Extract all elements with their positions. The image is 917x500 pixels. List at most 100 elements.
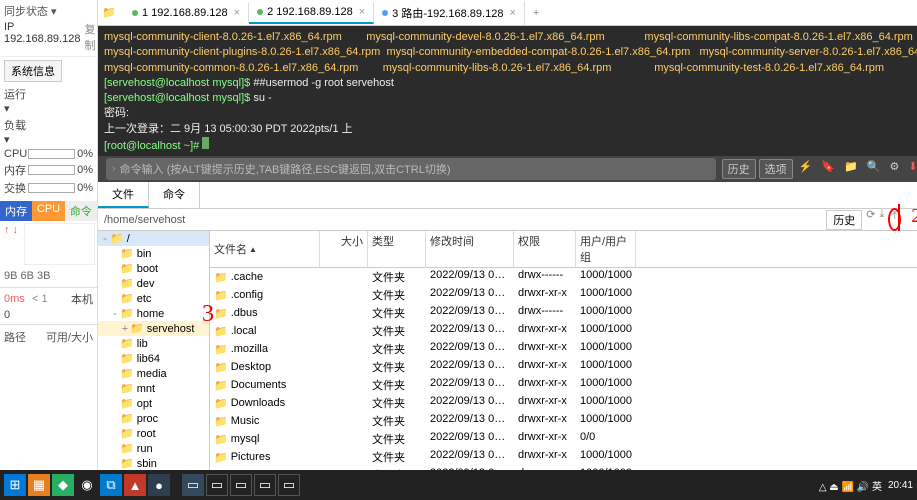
taskbar-app[interactable]: ●	[148, 474, 170, 496]
clock[interactable]: 20:41	[888, 480, 913, 491]
tree-item[interactable]: +📁servehost	[98, 321, 209, 336]
close-icon[interactable]: ×	[234, 7, 240, 19]
close-icon[interactable]: ×	[509, 7, 515, 19]
taskbar-app[interactable]: ◆	[52, 474, 74, 496]
chrome-icon[interactable]: ◉	[76, 474, 98, 496]
tree-item[interactable]: 📁lib64	[98, 351, 209, 366]
taskbar-app[interactable]: ▲	[124, 474, 146, 496]
command-input[interactable]: ›命令输入 (按ALT键提示历史,TAB键路径,ESC键返回,双击CTRL切换)	[106, 158, 716, 180]
run-label[interactable]: 运行 ▾	[4, 86, 28, 115]
path-col[interactable]: 路径	[4, 329, 26, 345]
folder-icon[interactable]: 📁	[841, 159, 861, 179]
tree-item[interactable]: 📁lib	[98, 336, 209, 351]
file-list[interactable]: 文件名▲ 大小 类型 修改时间 权限 用户/用户组 📁.cache文件夹2022…	[210, 231, 917, 470]
net-scale: 9B 6B 3B	[0, 267, 97, 285]
file-row[interactable]: 📁mysql文件夹2022/09/13 08:53drwxr-xr-x0/0	[210, 430, 917, 448]
size-col[interactable]: 可用/大小	[46, 329, 93, 345]
file-row[interactable]: 📁Pictures文件夹2022/09/13 07:53drwxr-xr-x10…	[210, 448, 917, 466]
taskbar-app[interactable]: ▭	[230, 474, 252, 496]
vscode-icon[interactable]: ⧉	[100, 474, 122, 496]
tag-icon[interactable]: 🔖	[818, 159, 838, 179]
tab-3[interactable]: 3 路由-192.168.89.128×	[374, 1, 525, 25]
tree-item[interactable]: 📁proc	[98, 411, 209, 426]
download-icon[interactable]: ⤓	[879, 208, 884, 231]
folder-tree[interactable]: -📁/📁bin📁boot📁dev📁etc-📁home+📁servehost📁li…	[98, 231, 210, 470]
tree-item[interactable]: 📁opt	[98, 396, 209, 411]
gear-icon[interactable]: ⚙	[886, 159, 902, 179]
swap-pct: 0%	[77, 182, 93, 194]
col-size[interactable]: 大小	[320, 231, 368, 267]
sync-status[interactable]: 同步状态 ▾	[4, 3, 93, 19]
taskbar-app[interactable]: ▭	[254, 474, 276, 496]
add-tab-button[interactable]: +	[525, 3, 547, 23]
file-row[interactable]: 📁.dbus文件夹2022/09/13 07:53drwx------1000/…	[210, 304, 917, 322]
col-time[interactable]: 修改时间	[426, 231, 514, 267]
mem-bar	[28, 165, 75, 175]
command-bar: ›命令输入 (按ALT键提示历史,TAB键路径,ESC键返回,双击CTRL切换)…	[98, 156, 917, 182]
folder-icon[interactable]: 📁	[102, 6, 118, 20]
file-row[interactable]: 📁Desktop文件夹2022/09/13 07:53drwxr-xr-x100…	[210, 358, 917, 376]
tab-bar: 📁 1 192.168.89.128× 2 192.168.89.128× 3 …	[98, 0, 917, 26]
file-row[interactable]: 📁.config文件夹2022/09/13 07:53drwxr-xr-x100…	[210, 286, 917, 304]
tree-item[interactable]: 📁etc	[98, 291, 209, 306]
close-icon[interactable]: ×	[359, 6, 365, 18]
search-icon[interactable]: 🔍	[864, 159, 884, 179]
path-bar: /home/servehost 历史 ⟳ ⤓ ⤒ 2 、	[98, 209, 917, 231]
file-row[interactable]: 📁.cache文件夹2022/09/13 08:29drwx------1000…	[210, 268, 917, 286]
bolt-icon[interactable]: ⚡	[796, 159, 816, 179]
status-dot-icon	[382, 10, 388, 16]
history-button[interactable]: 历史	[722, 159, 756, 179]
left-panel: 同步状态 ▾ IP 192.168.89.128复制 系统信息 运行 ▾ 负载 …	[0, 0, 98, 470]
col-type[interactable]: 类型	[368, 231, 426, 267]
file-tab[interactable]: 文件	[98, 182, 149, 208]
tab-1[interactable]: 1 192.168.89.128×	[124, 3, 249, 23]
taskbar-app[interactable]: ▭	[278, 474, 300, 496]
ip-text: IP 192.168.89.128	[4, 21, 80, 53]
file-tabs: 文件 命令	[98, 182, 917, 209]
sort-asc-icon: ▲	[249, 245, 257, 254]
taskbar-app[interactable]: ▦	[28, 474, 50, 496]
tree-item[interactable]: 📁mnt	[98, 381, 209, 396]
taskbar-app[interactable]: ▭	[206, 474, 228, 496]
copy-link[interactable]: 复制	[84, 21, 95, 53]
path-input[interactable]: /home/servehost	[104, 214, 826, 226]
tree-item[interactable]: 📁media	[98, 366, 209, 381]
start-button[interactable]: ⊞	[4, 474, 26, 496]
tree-item[interactable]: -📁/	[98, 231, 209, 246]
net-arrows: ↑ ↓	[0, 221, 22, 267]
tab-cpu[interactable]: CPU	[32, 201, 64, 221]
tab-cmd[interactable]: 命令	[65, 201, 97, 221]
cmd-tab[interactable]: 命令	[149, 182, 200, 208]
tray-icons[interactable]: △ ⏏ 📶 🔊 英	[819, 478, 882, 493]
col-name[interactable]: 文件名	[214, 241, 247, 257]
lat-sub: < 1	[32, 293, 48, 305]
tree-item[interactable]: 📁boot	[98, 261, 209, 276]
download-icon[interactable]: ⬇	[905, 159, 917, 179]
file-row[interactable]: 📁Public文件夹2022/09/13 07:53drwxr-xr-x1000…	[210, 466, 917, 470]
options-button[interactable]: 选项	[759, 159, 793, 179]
tree-item[interactable]: -📁home	[98, 306, 209, 321]
tab-2[interactable]: 2 192.168.89.128×	[249, 2, 374, 24]
load-label[interactable]: 负载 ▾	[4, 117, 28, 146]
file-row[interactable]: 📁Music文件夹2022/09/13 07:53drwxr-xr-x1000/…	[210, 412, 917, 430]
file-row[interactable]: 📁Downloads文件夹2022/09/13 07:53drwxr-xr-x1…	[210, 394, 917, 412]
tree-item[interactable]: 📁run	[98, 441, 209, 456]
col-perm[interactable]: 权限	[514, 231, 576, 267]
mem-label: 内存	[4, 162, 28, 178]
file-row[interactable]: 📁Documents文件夹2022/09/13 07:53drwxr-xr-x1…	[210, 376, 917, 394]
history-button[interactable]: 历史	[826, 210, 862, 230]
tree-item[interactable]: 📁bin	[98, 246, 209, 261]
tree-item[interactable]: 📁root	[98, 426, 209, 441]
file-row[interactable]: 📁.mozilla文件夹2022/09/13 07:53drwxr-xr-x10…	[210, 340, 917, 358]
tree-item[interactable]: 📁sbin	[98, 456, 209, 470]
col-user[interactable]: 用户/用户组	[576, 231, 636, 267]
refresh-icon[interactable]: ⟳	[866, 208, 875, 231]
terminal[interactable]: mysql-community-client-8.0.26-1.el7.x86_…	[98, 26, 917, 156]
sysinfo-button[interactable]: 系统信息	[4, 60, 62, 82]
file-row[interactable]: 📁.local文件夹2022/09/13 07:53drwxr-xr-x1000…	[210, 322, 917, 340]
tab-mem[interactable]: 内存	[0, 201, 32, 221]
taskbar[interactable]: ⊞ ▦ ◆ ◉ ⧉ ▲ ● ▭ ▭ ▭ ▭ ▭ △ ⏏ 📶 🔊 英 20:41	[0, 470, 917, 500]
tree-item[interactable]: 📁dev	[98, 276, 209, 291]
cpu-bar	[28, 149, 75, 159]
taskbar-app[interactable]: ▭	[182, 474, 204, 496]
